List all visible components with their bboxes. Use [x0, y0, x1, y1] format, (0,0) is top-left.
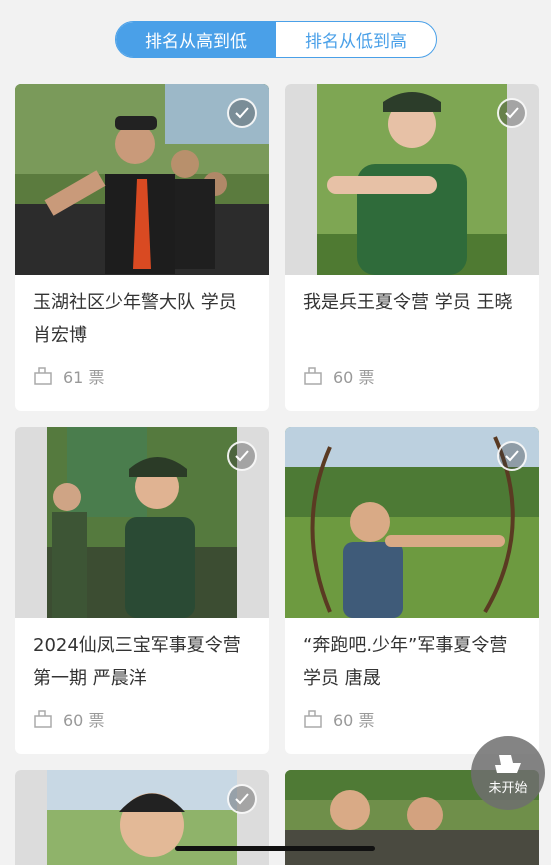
candidate-card-1[interactable]: 玉湖社区少年警大队 学员 肖宏博 61 票 [15, 84, 269, 411]
home-indicator[interactable] [175, 846, 375, 851]
candidate-card-3[interactable]: 2024仙凤三宝军事夏令营第一期 严晨洋 60 票 [15, 427, 269, 754]
tab-sort-asc[interactable]: 排名从低到高 [276, 22, 436, 57]
candidate-card-2[interactable]: 我是兵王夏令营 学员 王晓 60 票 [285, 84, 539, 411]
ship-icon [495, 754, 521, 773]
vote-count: 60 票 [33, 707, 104, 731]
photo-boy-camo [47, 427, 237, 618]
vote-count-text: 60 票 [333, 711, 375, 730]
vote-count-text: 60 票 [333, 368, 375, 387]
candidate-title: 我是兵王夏令营 学员 王晓 [303, 292, 513, 313]
status-label: 未开始 [488, 780, 528, 796]
vote-count-text: 61 票 [63, 368, 105, 387]
candidate-photo[interactable] [15, 427, 269, 618]
vote-box-icon [304, 367, 322, 385]
select-check-icon[interactable] [497, 441, 527, 471]
select-check-icon[interactable] [227, 784, 257, 814]
candidate-title: 玉湖社区少年警大队 学员 肖宏博 [33, 292, 237, 346]
vote-count: 61 票 [33, 364, 104, 388]
candidate-title: “奔跑吧.少年”军事夏令营 学员 唐晟 [303, 635, 508, 689]
candidate-photo[interactable] [285, 427, 539, 618]
status-button[interactable]: 未开始 [471, 736, 545, 810]
select-check-icon[interactable] [227, 98, 257, 128]
sort-tabs: 排名从高到低 排名从低到高 [115, 21, 437, 58]
vote-count-text: 60 票 [63, 711, 105, 730]
tab-sort-desc[interactable]: 排名从高到低 [116, 22, 276, 57]
vote-box-icon [34, 710, 52, 728]
vote-count: 60 票 [303, 707, 374, 731]
vote-box-icon [304, 710, 322, 728]
candidate-card-4[interactable]: “奔跑吧.少年”军事夏令营 学员 唐晟 60 票 [285, 427, 539, 754]
select-check-icon[interactable] [497, 98, 527, 128]
vote-box-icon [34, 367, 52, 385]
vote-count: 60 票 [303, 364, 374, 388]
photo-girl-camo [317, 84, 507, 275]
candidate-title: 2024仙凤三宝军事夏令营第一期 严晨洋 [33, 635, 241, 689]
candidate-photo[interactable] [285, 84, 539, 275]
candidate-photo[interactable] [15, 84, 269, 275]
select-check-icon[interactable] [227, 441, 257, 471]
